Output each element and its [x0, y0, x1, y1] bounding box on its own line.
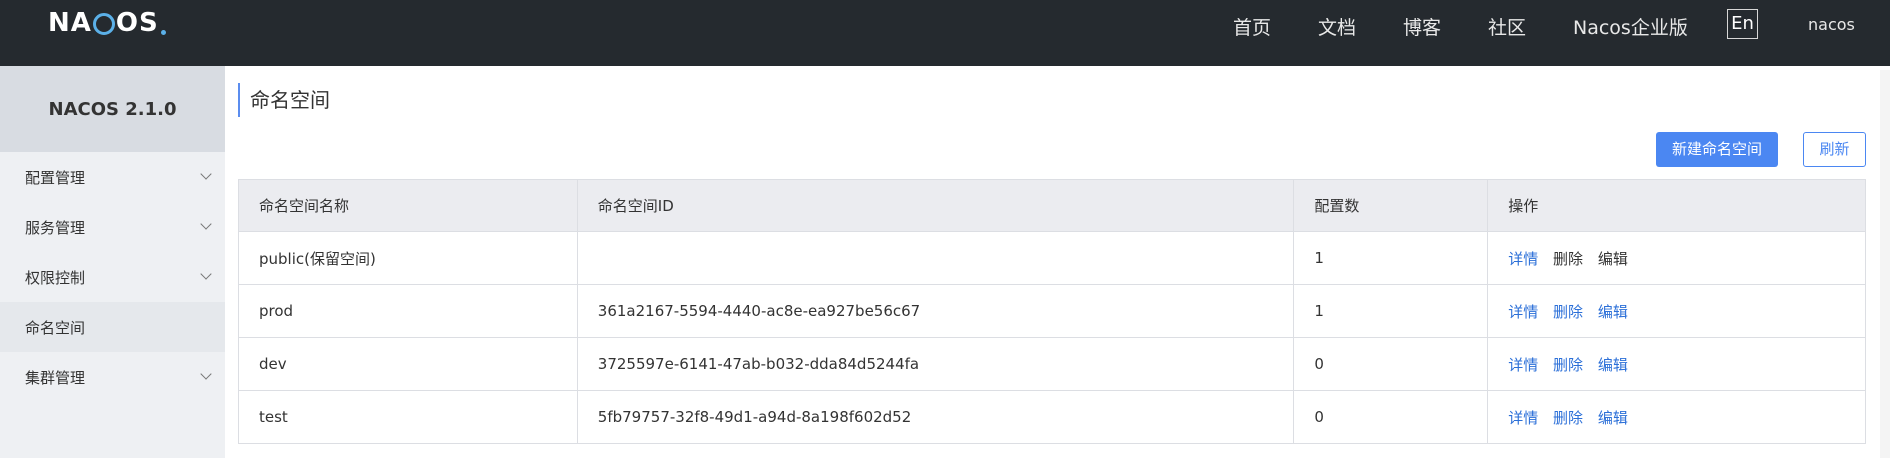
cell-config-count: 1	[1293, 231, 1489, 285]
delete-link[interactable]: 删除	[1553, 407, 1583, 428]
chevron-down-icon	[200, 168, 212, 180]
table-row: test 5fb79757-32f8-49d1-a94d-8a198f602d5…	[238, 390, 1866, 444]
sidebar: NACOS 2.1.0 配置管理 服务管理 权限控制 命名空间 集群管理	[0, 66, 225, 458]
cell-namespace-id: 361a2167-5594-4440-ac8e-ea927be56c67	[577, 284, 1295, 338]
logo-text-pre: NA	[48, 8, 92, 38]
delete-link[interactable]: 删除	[1553, 301, 1583, 322]
table-header-row: 命名空间名称 命名空间ID 配置数 操作	[238, 179, 1866, 232]
cell-namespace-name: prod	[238, 284, 578, 338]
cell-config-count: 0	[1293, 337, 1489, 391]
cell-namespace-name: public(保留空间)	[238, 231, 578, 285]
logo-text-post: OS	[115, 8, 159, 38]
edit-link[interactable]: 编辑	[1598, 407, 1628, 428]
namespace-table: 命名空间名称 命名空间ID 配置数 操作 public(保留空间) 1 详情 删…	[238, 179, 1866, 444]
table-row: prod 361a2167-5594-4440-ac8e-ea927be56c6…	[238, 284, 1866, 338]
details-link[interactable]: 详情	[1508, 354, 1538, 375]
language-toggle-button[interactable]: En	[1727, 9, 1758, 39]
chevron-down-icon	[200, 368, 212, 380]
column-header-name: 命名空间名称	[238, 179, 578, 232]
table-row: dev 3725597e-6141-47ab-b032-dda84d5244fa…	[238, 337, 1866, 391]
table-row: public(保留空间) 1 详情 删除 编辑	[238, 231, 1866, 285]
column-header-actions: 操作	[1487, 179, 1866, 232]
chevron-down-icon	[200, 268, 212, 280]
logo-dot-icon	[160, 29, 166, 35]
nacos-logo[interactable]: NA OS	[48, 8, 166, 38]
edit-link[interactable]: 编辑	[1598, 301, 1628, 322]
nav-home[interactable]: 首页	[1233, 13, 1271, 40]
sidebar-version-title: NACOS 2.1.0	[0, 66, 225, 152]
sidebar-item-label: 命名空间	[25, 318, 86, 337]
edit-link: 编辑	[1597, 249, 1628, 268]
cell-actions: 详情 删除 编辑	[1487, 284, 1866, 338]
cell-namespace-id: 5fb79757-32f8-49d1-a94d-8a198f602d52	[577, 390, 1295, 444]
refresh-button[interactable]: 刷新	[1803, 132, 1866, 167]
sidebar-item-service-management[interactable]: 服务管理	[0, 202, 225, 252]
column-header-id: 命名空间ID	[577, 179, 1295, 232]
cell-actions: 详情 删除 编辑	[1487, 337, 1866, 391]
cell-config-count: 0	[1293, 390, 1489, 444]
details-link[interactable]: 详情	[1508, 248, 1538, 269]
cell-namespace-id	[577, 231, 1295, 285]
sidebar-item-namespace[interactable]: 命名空间	[0, 302, 225, 352]
cell-actions: 详情 删除 编辑	[1487, 231, 1866, 285]
cell-namespace-id: 3725597e-6141-47ab-b032-dda84d5244fa	[577, 337, 1295, 391]
nav-enterprise[interactable]: Nacos企业版	[1573, 13, 1688, 40]
cell-namespace-name: test	[238, 390, 578, 444]
cell-namespace-name: dev	[238, 337, 578, 391]
cell-actions: 详情 删除 编辑	[1487, 390, 1866, 444]
page-title: 命名空间	[238, 83, 330, 117]
sidebar-item-cluster-management[interactable]: 集群管理	[0, 352, 225, 402]
nav-community[interactable]: 社区	[1488, 13, 1526, 40]
page-scrollbar[interactable]	[1880, 70, 1890, 458]
sidebar-item-access-control[interactable]: 权限控制	[0, 252, 225, 302]
details-link[interactable]: 详情	[1508, 301, 1538, 322]
delete-link[interactable]: 删除	[1553, 354, 1583, 375]
nav-blog[interactable]: 博客	[1403, 13, 1441, 40]
create-namespace-button[interactable]: 新建命名空间	[1656, 132, 1778, 167]
logo-ring-icon	[92, 13, 115, 35]
delete-link: 删除	[1553, 249, 1584, 268]
edit-link[interactable]: 编辑	[1598, 354, 1628, 375]
user-menu[interactable]: nacos	[1808, 15, 1855, 34]
sidebar-item-label: 权限控制	[25, 268, 86, 287]
cell-config-count: 1	[1293, 284, 1489, 338]
sidebar-item-label: 集群管理	[25, 368, 86, 387]
sidebar-item-config-management[interactable]: 配置管理	[0, 152, 225, 202]
sidebar-item-label: 配置管理	[25, 168, 86, 187]
details-link[interactable]: 详情	[1508, 407, 1538, 428]
top-header: NA OS 首页 文档 博客 社区 Nacos企业版 En nacos	[0, 0, 1890, 66]
nav-docs[interactable]: 文档	[1318, 13, 1356, 40]
column-header-config-count: 配置数	[1293, 179, 1489, 232]
sidebar-item-label: 服务管理	[25, 218, 86, 237]
chevron-down-icon	[200, 218, 212, 230]
